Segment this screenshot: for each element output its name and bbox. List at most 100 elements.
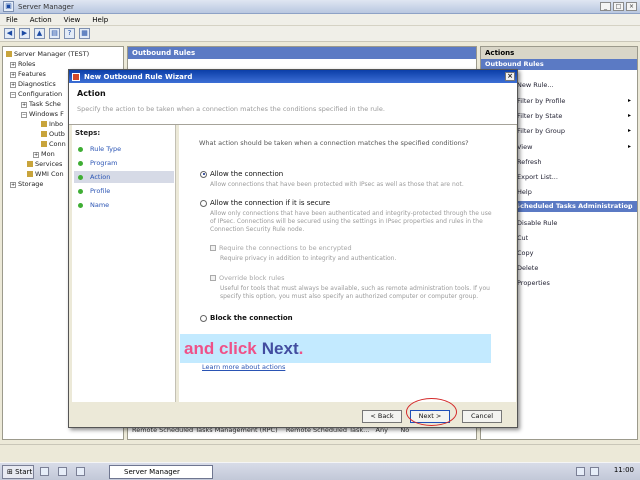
firewall-icon	[72, 72, 80, 81]
tree-item-monitoring[interactable]: + Mon	[33, 150, 55, 158]
caption-part1: and click	[184, 338, 257, 358]
menu-help[interactable]: Help	[92, 16, 108, 24]
action-delete[interactable]: Delete	[517, 264, 538, 272]
learn-more-link[interactable]: Learn more about actions	[202, 363, 285, 371]
tree-item-connection-security[interactable]: Conn	[41, 140, 66, 148]
cancel-button[interactable]: Cancel	[462, 410, 502, 423]
server-manager-app-icon: ▣	[3, 1, 14, 12]
menu-file[interactable]: File	[6, 16, 18, 24]
step-rule-type[interactable]: Rule Type	[74, 143, 174, 155]
expand-icon[interactable]: +	[33, 152, 39, 158]
steps-title: Steps:	[75, 129, 101, 137]
wizard-subtitle: Specify the action to be taken when a co…	[77, 105, 385, 113]
windows-logo-icon: ⊞	[7, 468, 13, 476]
action-copy[interactable]: Copy	[517, 249, 534, 257]
tree-item-diagnostics[interactable]: + Diagnostics	[10, 80, 56, 88]
taskbar-item-server-manager[interactable]: Server Manager	[109, 465, 213, 479]
highlight-circle	[406, 398, 457, 426]
forward-arrow-icon[interactable]: ▶	[19, 28, 30, 39]
minimize-button[interactable]: _	[600, 2, 611, 11]
step-action[interactable]: Action	[74, 171, 174, 183]
tree-item-windows-firewall[interactable]: − Windows F	[21, 110, 64, 118]
window-title: Server Manager	[18, 2, 74, 11]
up-folder-icon[interactable]: ▲	[34, 28, 45, 39]
services-icon	[27, 161, 33, 167]
action-help[interactable]: Help	[517, 188, 532, 196]
properties-icon[interactable]: ▦	[79, 28, 90, 39]
require-encryption-checkbox[interactable]: Require the connections to be encrypted	[210, 244, 352, 252]
taskbar: ⊞ Start Server Manager 11:00	[0, 462, 640, 480]
clock[interactable]: 11:00	[614, 466, 634, 474]
collapse-section-icon[interactable]: ▴	[628, 204, 631, 211]
tree-item-task-scheduler[interactable]: + Task Sche	[21, 100, 61, 108]
action-filter-profile[interactable]: Filter by Profile	[517, 97, 565, 105]
tree-item-outbound-rules[interactable]: Outb	[41, 130, 65, 138]
action-disable-rule[interactable]: Disable Rule	[517, 219, 557, 227]
step-profile[interactable]: Profile	[74, 185, 174, 197]
volume-tray-icon[interactable]	[590, 467, 599, 476]
tree-item-server-manager[interactable]: Server Manager (TEST)	[6, 50, 89, 58]
start-button[interactable]: ⊞ Start	[2, 465, 34, 479]
tree-item-storage[interactable]: + Storage	[10, 180, 43, 188]
tree-item-wmi-control[interactable]: WMI Con	[27, 170, 64, 178]
back-button[interactable]: < Back	[362, 410, 402, 423]
step-program[interactable]: Program	[74, 157, 174, 169]
allow-connection-description: Allow connections that have been protect…	[210, 181, 464, 188]
show-hide-tree-icon[interactable]: ▤	[49, 28, 60, 39]
wizard-header: Action Specify the action to be taken wh…	[69, 83, 517, 125]
expand-icon[interactable]: +	[10, 72, 16, 78]
maximize-button[interactable]: □	[613, 2, 624, 11]
expand-icon[interactable]: +	[10, 182, 16, 188]
step-bullet-icon	[78, 160, 83, 166]
close-button[interactable]: ×	[626, 2, 637, 11]
menu-action[interactable]: Action	[30, 16, 52, 24]
expand-icon[interactable]: +	[21, 102, 27, 108]
server-manager-quicklaunch-icon[interactable]	[40, 467, 49, 476]
powershell-quicklaunch-icon[interactable]	[58, 467, 67, 476]
override-block-rules-checkbox[interactable]: Override block rules	[210, 274, 285, 282]
checkbox-icon	[210, 245, 216, 251]
submenu-arrow-icon: ▸	[627, 143, 631, 150]
action-properties[interactable]: Properties	[517, 279, 550, 287]
action-filter-state[interactable]: Filter by State	[517, 112, 562, 120]
tree-item-roles[interactable]: + Roles	[10, 60, 35, 68]
action-view[interactable]: View	[517, 143, 532, 151]
help-icon[interactable]: ?	[64, 28, 75, 39]
toolbar: ◀ ▶ ▲ ▤ ? ▦	[0, 26, 640, 42]
tutorial-caption: and click Next .	[180, 334, 491, 363]
back-arrow-icon[interactable]: ◀	[4, 28, 15, 39]
step-name[interactable]: Name	[74, 199, 174, 211]
action-cut[interactable]: Cut	[517, 234, 528, 242]
action-refresh[interactable]: Refresh	[517, 158, 542, 166]
new-outbound-rule-wizard: New Outbound Rule Wizard × Action Specif…	[68, 69, 518, 428]
action-export-list[interactable]: Export List...	[517, 173, 558, 181]
submenu-arrow-icon: ▸	[627, 127, 631, 134]
wizard-close-button[interactable]: ×	[505, 72, 515, 81]
action-question: What action should be taken when a conne…	[199, 139, 469, 147]
expand-icon[interactable]: +	[10, 82, 16, 88]
action-new-rule[interactable]: New Rule...	[517, 81, 554, 89]
allow-if-secure-radio[interactable]: Allow the connection if it is secure	[200, 199, 330, 207]
internet-explorer-quicklaunch-icon[interactable]	[76, 467, 85, 476]
actions-header: Actions	[481, 47, 637, 59]
caption-part3: .	[298, 338, 304, 358]
wizard-heading: Action	[77, 89, 106, 98]
tree-item-configuration[interactable]: − Configuration	[10, 90, 62, 98]
tree-item-services[interactable]: Services	[27, 160, 62, 168]
submenu-arrow-icon: ▸	[627, 97, 631, 104]
tree-item-features[interactable]: + Features	[10, 70, 46, 78]
action-filter-group[interactable]: Filter by Group	[517, 127, 565, 135]
collapse-icon[interactable]: −	[10, 92, 16, 98]
wizard-title: New Outbound Rule Wizard	[84, 72, 193, 81]
block-connection-radio[interactable]: Block the connection	[200, 314, 293, 322]
collapse-icon[interactable]: −	[21, 112, 27, 118]
rules-icon	[41, 141, 47, 147]
steps-panel: Steps: Rule Type Program Action Profile …	[72, 125, 176, 402]
expand-icon[interactable]: +	[10, 62, 16, 68]
server-manager-titlebar: ▣ Server Manager _ □ ×	[0, 0, 640, 14]
tree-item-inbound-rules[interactable]: Inbo	[41, 120, 63, 128]
allow-connection-radio[interactable]: Allow the connection	[200, 170, 283, 178]
rules-list-header: Outbound Rules	[128, 47, 476, 59]
network-tray-icon[interactable]	[576, 467, 585, 476]
menu-view[interactable]: View	[64, 16, 81, 24]
